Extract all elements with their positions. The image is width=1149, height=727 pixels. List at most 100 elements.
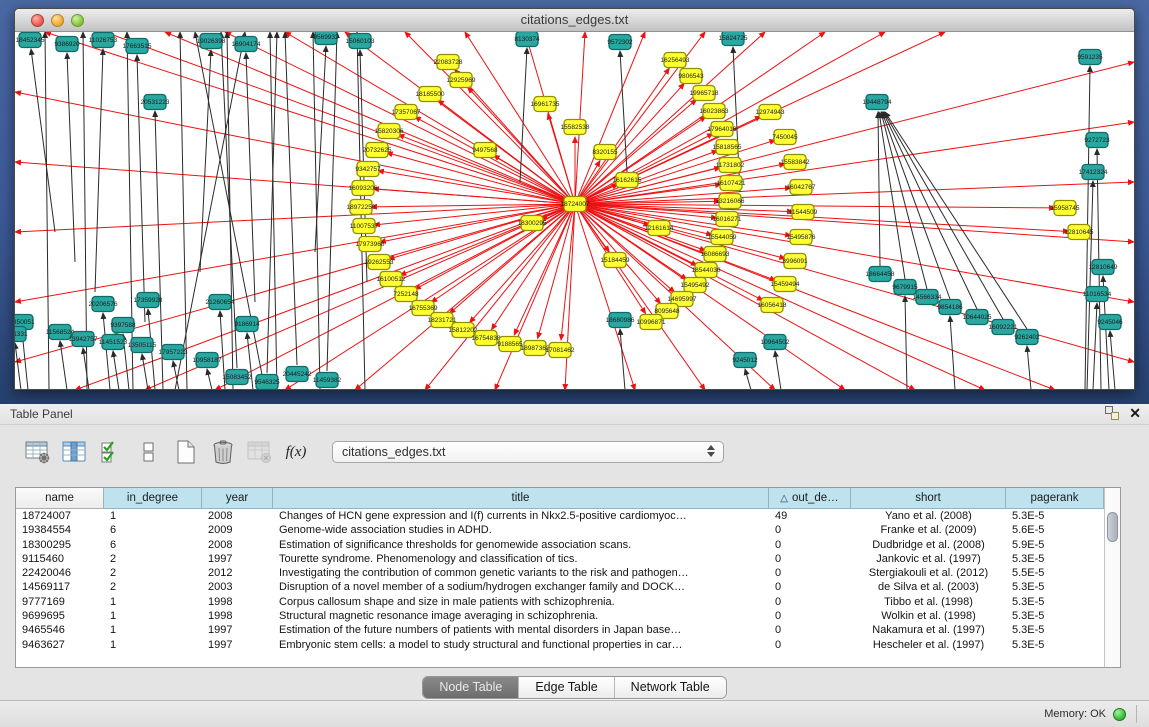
- cell-out_degree[interactable]: 0: [769, 595, 851, 609]
- cell-name[interactable]: 14569117: [16, 580, 104, 594]
- cell-year[interactable]: 2012: [202, 566, 273, 580]
- cell-name[interactable]: 19384554: [16, 523, 104, 537]
- graph-node[interactable]: 9569932: [313, 32, 339, 45]
- column-header-title[interactable]: title: [273, 488, 769, 509]
- graph-node[interactable]: 9245012: [732, 353, 758, 368]
- table-row[interactable]: 946362711997Embryonic stem cells: a mode…: [16, 638, 1120, 652]
- cell-short[interactable]: Yano et al. (2008): [851, 509, 1006, 523]
- cell-in_degree[interactable]: 1: [104, 638, 202, 652]
- graph-node[interactable]: 10996871: [637, 315, 666, 330]
- cell-title[interactable]: Corpus callosum shape and size in male p…: [273, 595, 769, 609]
- cell-title[interactable]: Investigating the contribution of common…: [273, 566, 769, 580]
- graph-node[interactable]: 9188565: [497, 337, 523, 352]
- graph-node[interactable]: 10644025: [963, 310, 992, 325]
- cell-name[interactable]: 18724007: [16, 509, 104, 523]
- graph-node[interactable]: 9342757: [355, 162, 381, 177]
- graph-node[interactable]: 17359928: [134, 293, 163, 308]
- graph-node[interactable]: 19262553: [365, 255, 394, 270]
- cell-title[interactable]: Changes of HCN gene expression and I(f) …: [273, 509, 769, 523]
- cell-pagerank[interactable]: 5.3E-5: [1006, 580, 1104, 594]
- graph-node[interactable]: 17663515: [123, 39, 152, 54]
- graph-node[interactable]: 15459494: [771, 277, 800, 292]
- cell-pagerank[interactable]: 5.9E-5: [1006, 538, 1104, 552]
- graph-node[interactable]: 16093206: [349, 181, 378, 196]
- graph-node[interactable]: 9546325: [254, 375, 280, 390]
- select-column-icon[interactable]: [59, 436, 91, 468]
- cell-year[interactable]: 2009: [202, 523, 273, 537]
- graph-node[interactable]: 20445242: [283, 367, 312, 382]
- graph-node[interactable]: 16056418: [758, 298, 787, 313]
- graph-node[interactable]: 16904174: [232, 37, 261, 52]
- cell-short[interactable]: de Silva et al. (2003): [851, 580, 1006, 594]
- graph-node[interactable]: 17973968: [356, 237, 385, 252]
- graph-node[interactable]: 12974943: [756, 105, 785, 120]
- close-panel-icon[interactable]: ✕: [1129, 406, 1141, 420]
- cell-in_degree[interactable]: 6: [104, 523, 202, 537]
- graph-node[interactable]: 19448794: [863, 95, 892, 110]
- table-row[interactable]: 977716911998Corpus callosum shape and si…: [16, 595, 1120, 609]
- graph-node[interactable]: 22083728: [434, 55, 463, 70]
- graph-node[interactable]: 8320155: [592, 145, 618, 160]
- graph-node[interactable]: 18972250: [347, 200, 376, 215]
- tab-node-table[interactable]: Node Table: [423, 677, 518, 698]
- cell-pagerank[interactable]: 5.3E-5: [1006, 552, 1104, 566]
- new-document-icon[interactable]: [170, 436, 202, 468]
- table-row[interactable]: 1938455462009Genome-wide association stu…: [16, 523, 1120, 537]
- graph-node[interactable]: 18300295: [518, 216, 547, 231]
- column-header-name[interactable]: name: [16, 488, 104, 509]
- graph-node[interactable]: 17357067: [392, 105, 421, 120]
- cell-out_degree[interactable]: 0: [769, 523, 851, 537]
- graph-node[interactable]: 16256493: [661, 53, 690, 68]
- graph-node[interactable]: 16107421: [717, 176, 746, 191]
- cell-in_degree[interactable]: 2: [104, 580, 202, 594]
- graph-node[interactable]: 8996091: [782, 254, 808, 269]
- cell-short[interactable]: Hescheler et al. (1997): [851, 638, 1006, 652]
- graph-node[interactable]: 18680986: [606, 313, 635, 328]
- cell-pagerank[interactable]: 5.3E-5: [1006, 509, 1104, 523]
- graph-node[interactable]: 18724007: [561, 197, 590, 212]
- graph-node[interactable]: 20531223: [141, 95, 170, 110]
- graph-node[interactable]: 15818565: [713, 140, 742, 155]
- cell-in_degree[interactable]: 1: [104, 509, 202, 523]
- graph-node[interactable]: 14566334: [913, 290, 942, 305]
- graph-node[interactable]: 11026753: [89, 33, 118, 48]
- select-all-checks-icon[interactable]: [96, 436, 128, 468]
- graph-node[interactable]: 20206576: [89, 297, 118, 312]
- graph-node[interactable]: 10964502: [761, 335, 790, 350]
- cell-title[interactable]: Genome-wide association studies in ADHD.: [273, 523, 769, 537]
- scrollbar-thumb[interactable]: [1107, 512, 1118, 542]
- cell-short[interactable]: Nakamura et al. (1997): [851, 623, 1006, 637]
- cell-title[interactable]: Structural magnetic resonance image aver…: [273, 609, 769, 623]
- graph-node[interactable]: 9391331: [15, 327, 28, 342]
- graph-node[interactable]: 9262402: [1014, 330, 1040, 345]
- graph-node[interactable]: 7450045: [772, 130, 798, 145]
- graph-node[interactable]: 18185500: [416, 87, 445, 102]
- cell-title[interactable]: Estimation of significance thresholds fo…: [273, 538, 769, 552]
- cell-year[interactable]: 2003: [202, 580, 273, 594]
- cell-in_degree[interactable]: 2: [104, 566, 202, 580]
- cell-name[interactable]: 22420046: [16, 566, 104, 580]
- cell-year[interactable]: 2008: [202, 509, 273, 523]
- graph-node[interactable]: 11731802: [716, 158, 745, 173]
- window-titlebar[interactable]: citations_edges.txt: [15, 9, 1134, 32]
- clear-selection-icon[interactable]: [133, 436, 165, 468]
- graph-node[interactable]: 11451523: [99, 335, 128, 350]
- graph-node[interactable]: 20732625: [363, 143, 392, 158]
- tab-edge-table[interactable]: Edge Table: [518, 677, 613, 698]
- cell-short[interactable]: Wolkin et al. (1998): [851, 609, 1006, 623]
- graph-node[interactable]: 15083452: [223, 370, 252, 385]
- citation-network-canvas[interactable]: 1845234593869201102675317663515190263981…: [15, 32, 1134, 390]
- table-row[interactable]: 946554611997Estimation of the future num…: [16, 623, 1120, 637]
- table-row[interactable]: 2242004622012Investigating the contribut…: [16, 566, 1120, 580]
- cell-short[interactable]: Dudbridge et al. (2008): [851, 538, 1006, 552]
- cell-short[interactable]: Jankovic et al. (1997): [851, 552, 1006, 566]
- graph-node[interactable]: 7252148: [393, 287, 419, 302]
- cell-in_degree[interactable]: 6: [104, 538, 202, 552]
- cell-pagerank[interactable]: 5.3E-5: [1006, 595, 1104, 609]
- graph-node[interactable]: 19026398: [197, 34, 226, 49]
- cell-pagerank[interactable]: 5.3E-5: [1006, 609, 1104, 623]
- graph-node[interactable]: 21260654: [206, 295, 235, 310]
- table-row[interactable]: 1830029562008Estimation of significance …: [16, 538, 1120, 552]
- graph-node[interactable]: 16016271: [713, 212, 742, 227]
- cell-in_degree[interactable]: 1: [104, 595, 202, 609]
